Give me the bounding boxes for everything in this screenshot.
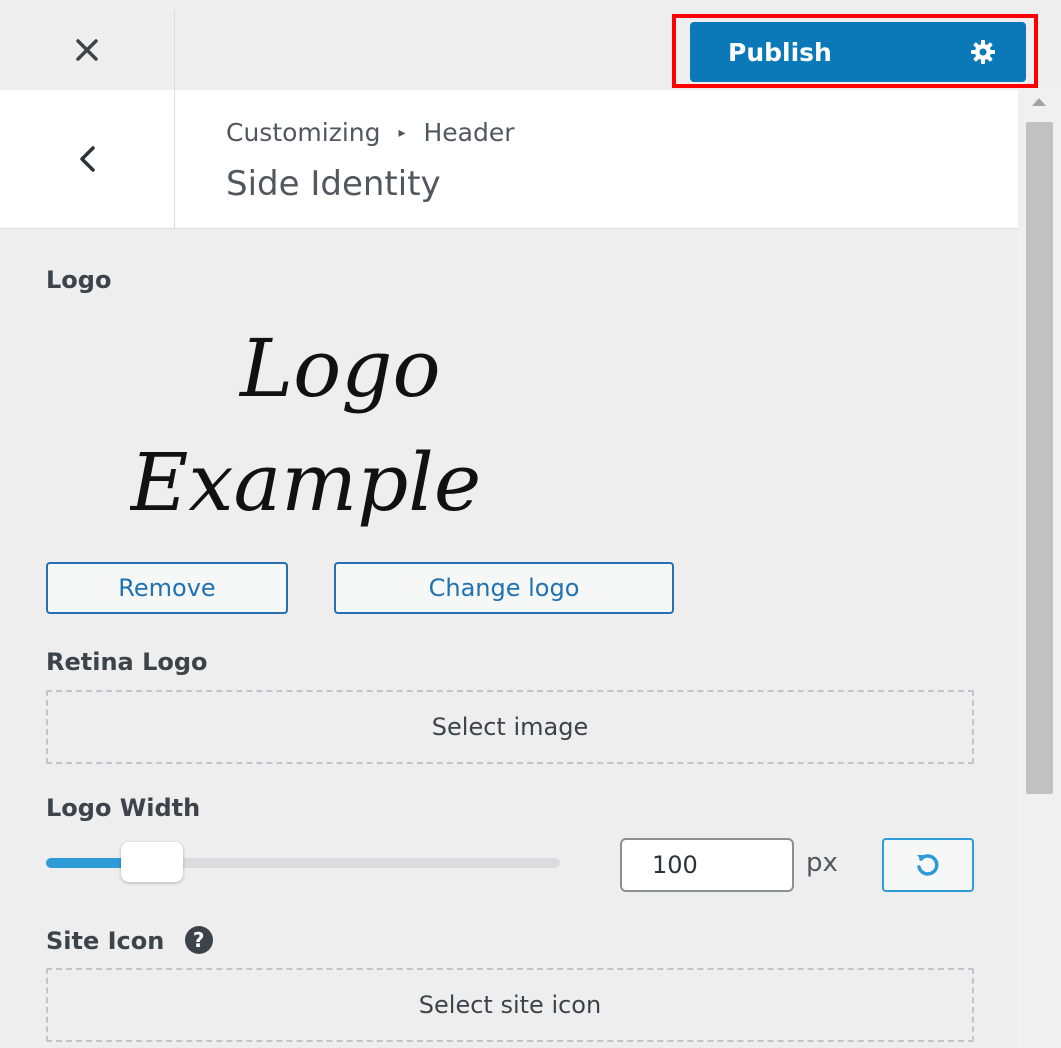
breadcrumb-current: Header bbox=[423, 118, 515, 147]
chevron-left-icon bbox=[80, 146, 95, 172]
remove-logo-button[interactable]: Remove bbox=[46, 562, 288, 614]
close-icon bbox=[76, 39, 98, 61]
site-icon-label: Site Icon bbox=[46, 927, 165, 955]
logo-width-reset-button[interactable] bbox=[882, 838, 974, 892]
close-button[interactable] bbox=[0, 10, 175, 90]
change-logo-button[interactable]: Change logo bbox=[334, 562, 674, 614]
logo-image-line1: Logo bbox=[238, 322, 441, 415]
breadcrumb-separator-icon: ▸ bbox=[398, 125, 406, 141]
publish-button[interactable]: Publish bbox=[690, 22, 1026, 82]
scrollbar-thumb[interactable] bbox=[1026, 122, 1053, 794]
logo-label: Logo bbox=[46, 266, 112, 294]
logo-width-label: Logo Width bbox=[46, 794, 201, 822]
help-icon[interactable]: ? bbox=[184, 926, 213, 954]
retina-logo-label: Retina Logo bbox=[46, 648, 208, 676]
section-title: Side Identity bbox=[226, 164, 441, 204]
select-site-icon-button[interactable]: Select site icon bbox=[46, 968, 974, 1042]
site-icon-label-row: Site Icon ? bbox=[46, 926, 213, 955]
logo-image: Logo Example bbox=[130, 322, 481, 528]
section-header: Customizing ▸ Header Side Identity bbox=[0, 90, 1018, 229]
scroll-up-arrow-icon[interactable] bbox=[1032, 98, 1046, 106]
customizer-topbar: Publish bbox=[0, 0, 1061, 91]
publish-label: Publish bbox=[728, 37, 832, 67]
breadcrumb: Customizing ▸ Header bbox=[226, 118, 514, 147]
back-button[interactable] bbox=[0, 90, 175, 228]
logo-width-unit: px bbox=[806, 848, 838, 878]
logo-width-input[interactable] bbox=[620, 838, 794, 892]
select-image-button[interactable]: Select image bbox=[46, 690, 974, 764]
breadcrumb-parent: Customizing bbox=[226, 118, 381, 147]
undo-icon bbox=[917, 854, 939, 876]
gear-icon[interactable] bbox=[970, 39, 996, 65]
scrollbar[interactable] bbox=[1018, 90, 1061, 1048]
logo-width-slider-handle[interactable] bbox=[121, 842, 184, 882]
logo-image-line2: Example bbox=[130, 436, 481, 528]
